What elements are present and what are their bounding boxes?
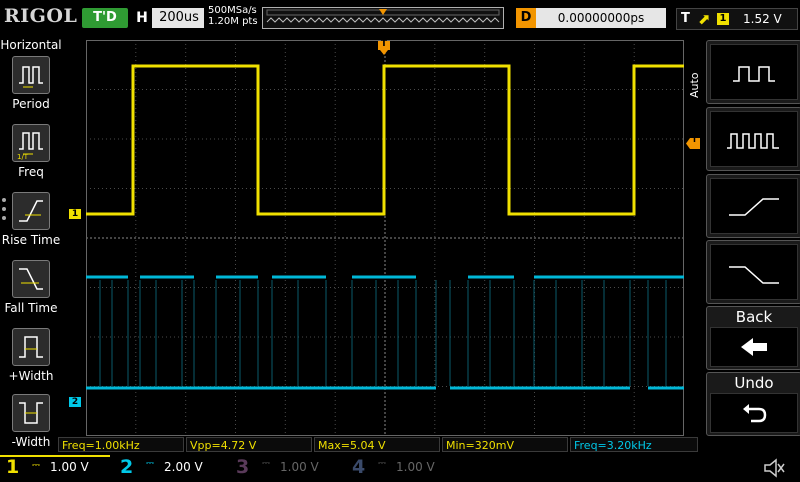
channel-4-tab[interactable]: 4 ⎓ 1.00 V (346, 455, 456, 480)
pos-width-icon (12, 328, 50, 366)
measure-rise-time-button[interactable]: Rise Time (0, 192, 62, 258)
dc-coupling-icon: ⎓ (32, 460, 40, 471)
fall-time-label: Fall Time (4, 301, 58, 315)
memory-overview (262, 7, 504, 29)
memory-depth: 1.20M pts (208, 16, 258, 27)
trigger-settings[interactable]: T ⬈ 1 1.52 V (676, 8, 798, 30)
softkey-undo[interactable]: Undo (706, 372, 800, 436)
trigger-label: T (681, 11, 690, 26)
channel-3-tab[interactable]: 3 ⎓ 1.00 V (230, 455, 340, 480)
rising-edge-icon: ⬈ (698, 10, 711, 28)
meas-ch1-max[interactable]: Max=5.04 V (314, 437, 440, 452)
back-arrow-icon (710, 327, 798, 367)
measure-sidebar: Horizontal Period 1/T Freq Rise Time Fal… (0, 36, 62, 456)
channel-1-number: 1 (6, 456, 20, 478)
top-status-bar: RIGOL T'D H 200us 500MSa/s 1.20M pts D 0… (0, 0, 800, 36)
softkey-back[interactable]: Back (706, 306, 800, 370)
trigger-source-badge: 1 (717, 13, 729, 25)
sample-rate: 500MSa/s (208, 5, 257, 16)
channel-2-number: 2 (120, 456, 134, 478)
measure-neg-width-button[interactable]: -Width (0, 394, 62, 460)
channel-4-number: 4 (352, 456, 366, 478)
softkey-falling-edge[interactable] (706, 240, 800, 304)
back-label: Back (735, 308, 773, 326)
pos-width-label: +Width (8, 369, 54, 383)
timebase-value: 200us (159, 10, 199, 25)
softkey-multi-period[interactable] (706, 107, 800, 171)
measure-period-button[interactable]: Period (0, 56, 62, 122)
memory-overview-wave (266, 9, 500, 23)
delay-value: 0.00000000ps (557, 11, 645, 25)
channel-1-tab[interactable]: 1 ⎓ 1.00 V (0, 455, 110, 480)
square-wave-icon (710, 44, 798, 100)
trigger-level-marker[interactable]: T (686, 134, 700, 149)
measure-fall-time-button[interactable]: Fall Time (0, 260, 62, 326)
sidebar-title: Horizontal (0, 38, 62, 52)
neg-width-label: -Width (11, 435, 51, 449)
menu-mode-label: Auto (688, 72, 701, 98)
measurement-bar: Freq=1.00kHz Vpp=4.72 V Max=5.04 V Min=3… (58, 437, 700, 454)
ch2-offset-marker[interactable]: 2 (69, 397, 81, 407)
brand-logo: RIGOL (4, 5, 78, 27)
channel-3-number: 3 (236, 456, 250, 478)
trigger-position-marker[interactable]: T (378, 39, 390, 55)
multi-period-icon (710, 111, 798, 167)
channel-1-scale: 1.00 V (50, 460, 89, 474)
freq-label: Freq (18, 165, 44, 179)
dc-coupling-icon: ⎓ (146, 458, 154, 469)
sample-info: 500MSa/s 1.20M pts (208, 5, 258, 27)
trigger-position-label: T (380, 39, 388, 49)
speaker-muted-icon[interactable] (762, 458, 786, 478)
channel-bar: 1 ⎓ 1.00 V 2 ⎓ 2.00 V 3 ⎓ 1.00 V 4 ⎓ 1.0… (0, 455, 800, 480)
measure-freq-button[interactable]: 1/T Freq (0, 124, 62, 190)
ch1-trace (86, 64, 684, 216)
rise-time-icon (12, 192, 50, 230)
right-softkey-menu: Back Undo (704, 40, 800, 450)
channel-2-tab[interactable]: 2 ⎓ 2.00 V (114, 455, 224, 480)
ch2-persistence (99, 280, 667, 386)
meas-ch1-freq[interactable]: Freq=1.00kHz (58, 437, 184, 452)
rising-edge-wave-icon (710, 178, 798, 234)
meas-ch1-vpp[interactable]: Vpp=4.72 V (186, 437, 312, 452)
trigger-level-label: T (691, 135, 698, 144)
delay-label: D (516, 8, 536, 28)
waveform-svg (86, 40, 684, 436)
svg-text:1/T: 1/T (17, 153, 29, 161)
period-label: Period (12, 97, 50, 111)
freq-icon: 1/T (12, 124, 50, 162)
neg-width-icon (12, 394, 50, 432)
channel-3-scale: 1.00 V (280, 460, 319, 474)
softkey-auto-waveform[interactable] (706, 40, 800, 104)
ch2-marker-label: 2 (71, 397, 79, 407)
trigger-status-badge: T'D (82, 8, 128, 28)
undo-icon (710, 393, 798, 433)
channel-4-scale: 1.00 V (396, 460, 435, 474)
fall-time-icon (12, 260, 50, 298)
meas-ch2-freq[interactable]: Freq=3.20kHz (570, 437, 698, 452)
measure-pos-width-button[interactable]: +Width (0, 328, 62, 394)
horizontal-label: H (132, 8, 152, 28)
ch1-marker-label: 1 (71, 209, 79, 219)
channel-2-scale: 2.00 V (164, 460, 203, 474)
undo-label: Undo (734, 374, 774, 392)
softkey-rising-edge[interactable] (706, 174, 800, 238)
horizontal-delay[interactable]: D 0.00000000ps (516, 8, 666, 28)
waveform-display[interactable] (86, 40, 684, 436)
trigger-level: 1.52 V (743, 12, 782, 26)
rise-time-label: Rise Time (1, 233, 61, 247)
dc-coupling-icon: ⎓ (262, 458, 270, 469)
ch1-offset-marker[interactable]: 1 (69, 209, 81, 219)
horizontal-timebase[interactable]: H 200us (132, 8, 204, 28)
falling-edge-wave-icon (710, 244, 798, 300)
meas-ch1-min[interactable]: Min=320mV (442, 437, 568, 452)
period-icon (12, 56, 50, 94)
dc-coupling-icon: ⎓ (378, 458, 386, 469)
